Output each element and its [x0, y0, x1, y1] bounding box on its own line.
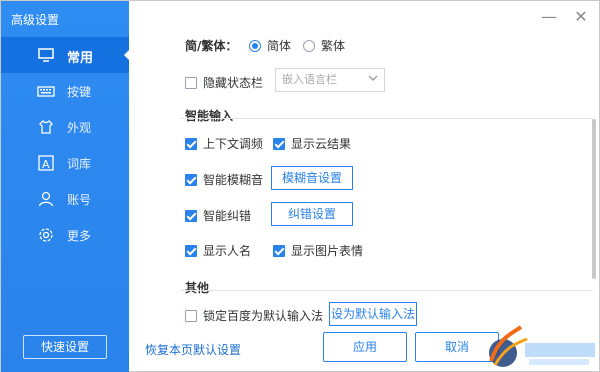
checkbox[interactable] [185, 173, 197, 186]
checkbox-label: 智能纠错 [203, 209, 252, 223]
radio-label: 繁体 [321, 39, 346, 53]
context-adjust-option[interactable]: 上下文调频 [185, 135, 263, 152]
checkbox-label: 上下文调频 [203, 137, 264, 151]
fuzzy-option[interactable]: 智能模糊音 [185, 171, 263, 188]
sidebar-item-appearance[interactable]: 外观 [1, 109, 129, 145]
correction-settings-button[interactable]: 纠错设置 [271, 202, 353, 226]
minimize-button[interactable]: — [541, 9, 557, 25]
person-names-option[interactable]: 显示人名 [185, 242, 251, 259]
sidebar-item-label: 外观 [67, 121, 92, 135]
window-controls: — ✕ [541, 9, 589, 25]
scrollbar[interactable] [592, 119, 596, 279]
checkbox[interactable] [185, 209, 197, 222]
radio-button[interactable] [303, 39, 315, 52]
sidebar-item-account[interactable]: 账号 [1, 181, 129, 217]
checkbox[interactable] [185, 76, 197, 89]
checkbox-label: 显示人名 [203, 244, 252, 258]
chevron-down-icon [368, 75, 378, 81]
hide-statusbar-option[interactable]: 隐藏状态栏 [185, 74, 263, 91]
divider [181, 290, 593, 291]
sidebar-item-label: 词库 [67, 157, 92, 171]
other-heading: 其他 [185, 279, 209, 296]
radio-simplified[interactable]: 简体 [249, 37, 291, 54]
window-title: 高级设置 [11, 13, 60, 27]
sidebar-item-label: 常用 [67, 51, 94, 66]
gear-icon [39, 228, 53, 242]
set-default-button[interactable]: 设为默认输入法 [329, 302, 417, 326]
checkbox-label: 显示图片表情 [291, 244, 364, 258]
radio-traditional[interactable]: 繁体 [303, 37, 345, 54]
section-title: 智能输入 [185, 109, 234, 123]
checkbox[interactable] [185, 309, 197, 322]
select-placeholder: 嵌入语言栏 [282, 73, 337, 86]
section-title: 其他 [185, 281, 210, 295]
sidebar-item-keys[interactable]: 按键 [1, 73, 129, 109]
checkbox-label: 隐藏状态栏 [203, 76, 264, 90]
script-row: 简/繁体： [185, 37, 237, 54]
script-label: 简/繁体： [185, 39, 238, 53]
image-emoji-option[interactable]: 显示图片表情 [273, 242, 363, 259]
close-button[interactable]: ✕ [573, 9, 589, 25]
smart-input-heading: 智能输入 [185, 107, 233, 124]
checkbox-label: 智能模糊音 [203, 173, 264, 187]
radio-button[interactable] [249, 39, 261, 52]
dictionary-icon: A [38, 155, 54, 171]
monitor-icon [38, 48, 54, 62]
checkbox-label: 显示云结果 [291, 137, 352, 151]
sidebar-item-dictionary[interactable]: A 词库 [1, 145, 129, 181]
active-indicator [124, 49, 130, 61]
apply-button[interactable]: 应用 [323, 332, 407, 362]
checkbox-label: 锁定百度为默认输入法 [203, 309, 324, 323]
radio-label: 简体 [267, 39, 292, 53]
sidebar-item-label: 账号 [67, 193, 92, 207]
restore-defaults-link[interactable]: 恢复本页默认设置 [145, 341, 241, 358]
lock-default-option[interactable]: 锁定百度为默认输入法 [185, 307, 323, 324]
cloud-results-option[interactable]: 显示云结果 [273, 135, 351, 152]
checkbox[interactable] [273, 244, 285, 257]
checkbox[interactable] [185, 244, 197, 257]
svg-text:A: A [42, 158, 50, 171]
embed-language-select[interactable]: 嵌入语言栏 [275, 68, 385, 92]
user-icon [38, 191, 54, 207]
keyboard-icon [37, 86, 55, 97]
correction-option[interactable]: 智能纠错 [185, 207, 251, 224]
quick-settings-button[interactable]: 快速设置 [23, 335, 107, 359]
divider [181, 118, 593, 119]
shirt-icon [39, 120, 53, 134]
sidebar: 高级设置 常用 按键 外观 A 词库 账号 更多 快速设置 [1, 1, 130, 372]
sidebar-item-common[interactable]: 常用 [1, 37, 129, 73]
advanced-settings-window: 高级设置 常用 按键 外观 A 词库 账号 更多 快速设置 — ✕ 简/繁体： … [0, 0, 600, 372]
watermark-logo [489, 325, 595, 367]
sidebar-item-label: 按键 [67, 85, 92, 99]
sidebar-item-more[interactable]: 更多 [1, 217, 129, 253]
fuzzy-settings-button[interactable]: 模糊音设置 [271, 166, 353, 190]
sidebar-item-label: 更多 [67, 229, 92, 243]
checkbox[interactable] [185, 137, 197, 150]
checkbox[interactable] [273, 137, 285, 150]
